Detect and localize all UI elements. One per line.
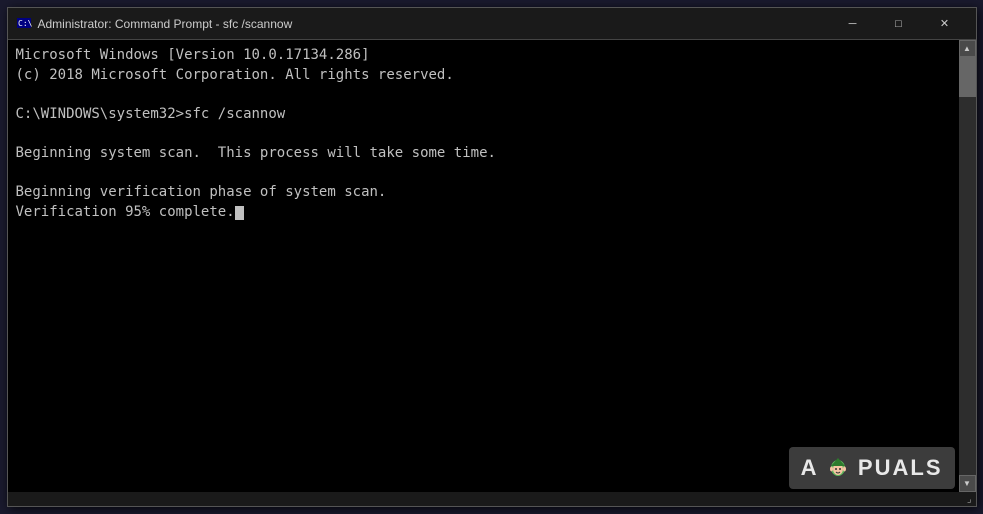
watermark-text: A PUALS [801,455,943,480]
window-title: Administrator: Command Prompt - sfc /sca… [38,17,830,31]
terminal-line-7 [16,164,951,184]
maximize-button[interactable]: □ [876,8,922,40]
terminal-line-5 [16,124,951,144]
terminal-line-9: Verification 95% complete. [16,203,951,223]
terminal-line-8: Beginning verification phase of system s… [16,183,951,203]
scroll-down-button[interactable]: ▼ [959,475,976,492]
watermark: A PUALS [789,447,955,489]
scrollbar[interactable]: ▲ ▼ [959,40,976,492]
terminal-line-6: Beginning system scan. This process will… [16,144,951,164]
minimize-button[interactable]: ─ [830,8,876,40]
terminal-line-4: C:\WINDOWS\system32>sfc /scannow [16,105,951,125]
terminal-area[interactable]: Microsoft Windows [Version 10.0.17134.28… [8,40,959,492]
resize-handle[interactable]: ⌟ [967,494,972,505]
svg-text:C:\: C:\ [18,19,32,28]
cmd-window: C:\ Administrator: Command Prompt - sfc … [7,7,977,507]
terminal-line-1: Microsoft Windows [Version 10.0.17134.28… [16,46,951,66]
window-controls: ─ □ ✕ [830,8,968,40]
scrollbar-track[interactable] [959,57,976,475]
appuals-logo-icon [827,458,849,480]
scrollbar-thumb[interactable] [959,57,976,97]
bottom-bar: ⌟ [8,492,976,506]
terminal-line-2: (c) 2018 Microsoft Corporation. All righ… [16,66,951,86]
close-button[interactable]: ✕ [922,8,968,40]
scroll-up-button[interactable]: ▲ [959,40,976,57]
terminal-line-3 [16,85,951,105]
cmd-icon: C:\ [16,16,32,32]
window-body: Microsoft Windows [Version 10.0.17134.28… [8,40,976,492]
title-bar: C:\ Administrator: Command Prompt - sfc … [8,8,976,40]
cursor [235,206,244,220]
